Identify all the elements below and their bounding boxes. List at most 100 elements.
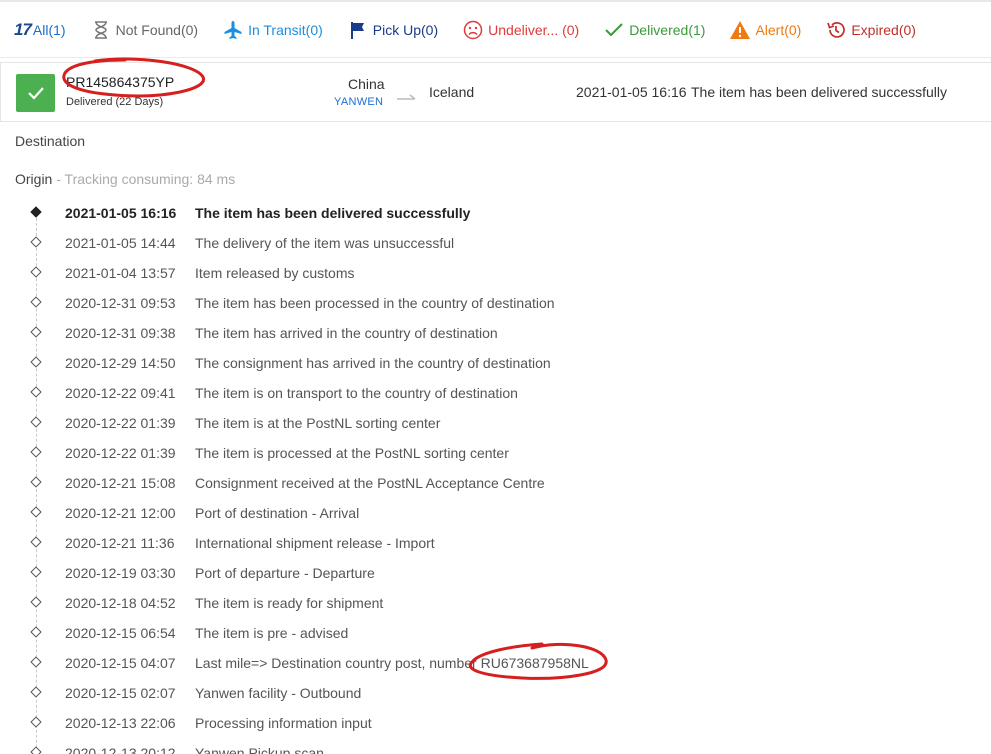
event-time: 2020-12-18 04:52	[65, 595, 176, 611]
timeline-event: 2021-01-04 13:57 Item released by customs	[0, 258, 991, 288]
17track-logo: 17	[14, 19, 32, 39]
timeline-event: 2020-12-21 12:00 Port of destination - Ar…	[0, 498, 991, 528]
event-description: Yanwen facility - Outbound	[195, 685, 362, 701]
event-time: 2020-12-19 03:30	[65, 565, 176, 581]
event-description: Item released by customs	[195, 265, 355, 281]
event-description: Port of destination - Arrival	[195, 505, 360, 521]
event-description: The item has been delivered successfully	[195, 205, 471, 221]
event-description: Port of departure - Departure	[195, 565, 375, 581]
tab-expired[interactable]: Expired(0)	[825, 19, 916, 41]
sad-face-icon	[462, 19, 484, 41]
event-time: 2021-01-05 16:16	[65, 205, 177, 221]
event-description: The item is at the PostNL sorting center	[195, 415, 441, 431]
event-description: The item has been processed in the count…	[195, 295, 555, 311]
tracking-number[interactable]: PR145864375YP	[66, 74, 174, 90]
event-description: International shipment release - Import	[195, 535, 435, 551]
timeline-event: 2020-12-15 02:07 Yanwen facility - Outbou…	[0, 678, 991, 708]
event-description: The delivery of the item was unsuccessfu…	[195, 235, 455, 251]
timeline-node-icon	[30, 206, 42, 218]
warning-icon	[729, 19, 751, 41]
origin-country: China	[348, 76, 385, 92]
timeline-event: 2020-12-31 09:53 The item has been proces…	[0, 288, 991, 318]
flag-icon	[347, 19, 369, 41]
timeline-event: 2020-12-21 11:36 International shipment r…	[0, 528, 991, 558]
event-time: 2020-12-31 09:53	[65, 295, 176, 311]
timeline-event: 2020-12-18 04:52 The item is ready for sh…	[0, 588, 991, 618]
arrow-right-icon	[397, 89, 417, 107]
timeline-node-icon	[30, 536, 42, 548]
event-time: 2020-12-22 09:41	[65, 385, 176, 401]
event-description: Consignment received at the PostNL Accep…	[195, 475, 545, 491]
tab-in-transit[interactable]: In Transit(0)	[222, 19, 323, 41]
timeline-node-icon	[30, 686, 42, 698]
event-time: 2020-12-29 14:50	[65, 355, 176, 371]
hourglass-icon	[90, 19, 112, 41]
tab-delivered[interactable]: Delivered(1)	[603, 19, 705, 41]
timeline-node-icon	[30, 416, 42, 428]
timeline-node-icon	[30, 356, 42, 368]
timeline-event: 2021-01-05 14:44 The delivery of the item…	[0, 228, 991, 258]
origin-section-label: Origin - Tracking consuming: 84 ms	[15, 171, 235, 187]
latest-event-time: 2021-01-05 16:16	[576, 84, 687, 100]
timeline-event: 2020-12-15 06:54 The item is pre - advise…	[0, 618, 991, 648]
event-description: The item is pre - advised	[195, 625, 349, 641]
event-time: 2020-12-15 06:54	[65, 625, 176, 641]
event-description: Yanwen Pickup scan	[195, 745, 324, 754]
tab-pick-up-label: Pick Up(0)	[372, 21, 439, 38]
timeline-node-icon	[30, 326, 42, 338]
timeline-node-icon	[30, 716, 42, 728]
timeline-node-icon	[30, 236, 42, 248]
event-time: 2020-12-21 12:00	[65, 505, 176, 521]
delivered-check-icon	[16, 74, 55, 112]
event-time: 2020-12-31 09:38	[65, 325, 176, 341]
status-filter-tabs: 17 All(1) Not Found(0) In Transit(0) Pic…	[0, 0, 991, 58]
tab-undelivered[interactable]: Undeliver... (0)	[462, 19, 579, 41]
timeline-event: 2020-12-22 09:41 The item is on transport…	[0, 378, 991, 408]
tab-not-found-label: Not Found(0)	[115, 21, 199, 38]
timeline-node-icon	[30, 626, 42, 638]
timeline-node-icon	[30, 386, 42, 398]
event-time: 2021-01-05 14:44	[65, 235, 176, 251]
timeline-event: 2020-12-31 09:38 The item has arrived in …	[0, 318, 991, 348]
destination-country: Iceland	[429, 84, 475, 100]
tab-alert[interactable]: Alert(0)	[729, 19, 801, 41]
event-time: 2020-12-15 04:07	[65, 655, 176, 671]
tab-all-label: All(1)	[32, 21, 66, 38]
delivery-status: Delivered (22 Days)	[66, 96, 164, 108]
tab-pick-up[interactable]: Pick Up(0)	[347, 19, 438, 41]
event-time: 2020-12-15 02:07	[65, 685, 176, 701]
tab-delivered-label: Delivered(1)	[629, 21, 706, 38]
event-description: The item is on transport to the country …	[195, 385, 518, 401]
tab-all[interactable]: 17 All(1)	[14, 20, 66, 40]
shipment-summary[interactable]: PR145864375YP Delivered (22 Days) China …	[0, 62, 991, 122]
timeline-node-icon	[30, 446, 42, 458]
event-description: The item is ready for shipment	[195, 595, 384, 611]
timeline-event: 2020-12-15 04:07 Last mile=> Destination …	[0, 648, 991, 678]
check-icon	[603, 19, 625, 41]
tab-alert-label: Alert(0)	[755, 21, 802, 38]
airplane-icon	[222, 19, 244, 41]
event-description: Processing information input	[195, 715, 372, 731]
event-time: 2020-12-22 01:39	[65, 445, 176, 461]
event-time: 2021-01-04 13:57	[65, 265, 176, 281]
timeline-node-icon	[30, 746, 42, 754]
timeline-node-icon	[30, 296, 42, 308]
tab-not-found[interactable]: Not Found(0)	[90, 19, 198, 41]
event-time: 2020-12-13 20:12	[65, 745, 176, 754]
event-time: 2020-12-13 22:06	[65, 715, 176, 731]
latest-event-description: The item has been delivered successfully	[691, 84, 948, 100]
origin-label: Origin	[15, 171, 53, 187]
event-time: 2020-12-21 11:36	[65, 535, 175, 551]
timeline-event: 2020-12-22 01:39 The item is at the PostN…	[0, 408, 991, 438]
timeline-event: 2020-12-19 03:30 Port of departure - Depa…	[0, 558, 991, 588]
event-time: 2020-12-21 15:08	[65, 475, 176, 491]
event-description: The item has arrived in the country of d…	[195, 325, 498, 341]
timeline-node-icon	[30, 476, 42, 488]
tab-in-transit-label: In Transit(0)	[248, 21, 323, 38]
timeline-event: 2020-12-13 20:12 Yanwen Pickup scan	[0, 738, 991, 754]
timeline-event: 2020-12-22 01:39 The item is processed at…	[0, 438, 991, 468]
event-description: The consignment has arrived in the count…	[195, 355, 551, 371]
timeline-event: 2020-12-29 14:50 The consignment has arri…	[0, 348, 991, 378]
carrier-link[interactable]: YANWEN	[334, 96, 383, 108]
tracking-consuming: - Tracking consuming: 84 ms	[52, 171, 236, 187]
